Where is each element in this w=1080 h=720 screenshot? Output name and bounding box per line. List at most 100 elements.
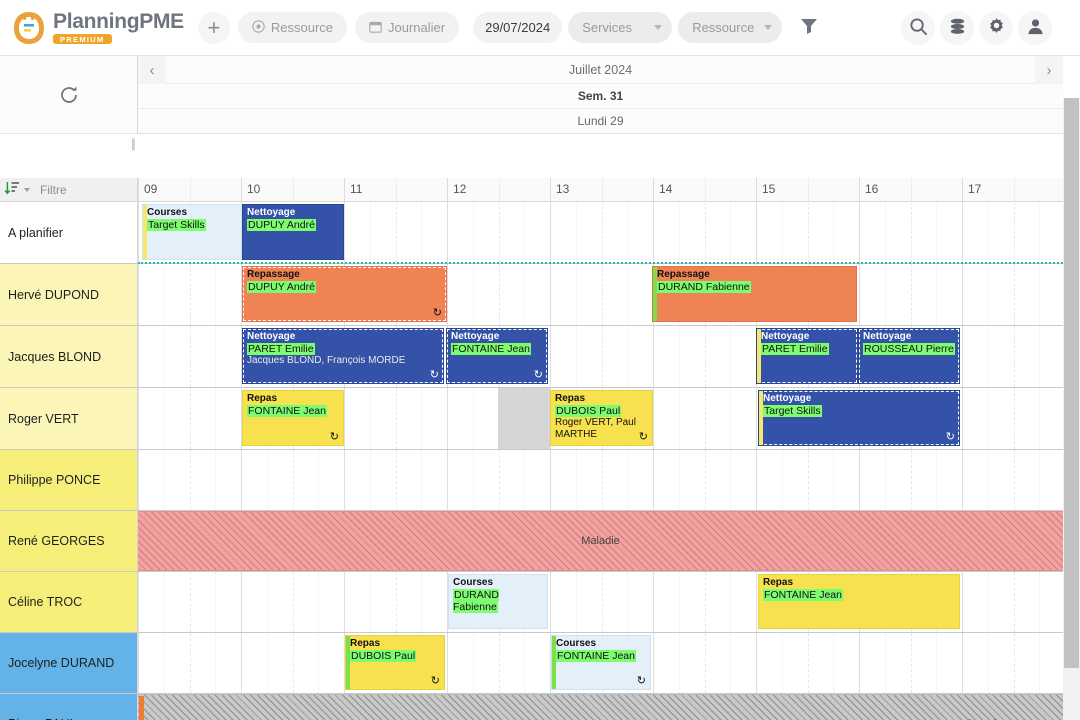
settings-button[interactable] [979,10,1013,45]
row-grid[interactable] [138,450,1063,510]
resource-select[interactable]: Ressource [678,12,783,43]
absence-band[interactable]: Congés [138,694,1063,720]
hour-gridline [962,264,963,325]
resource-name-cell[interactable]: René GEORGES [0,511,138,571]
quarter-gridline [575,450,577,510]
schedule-row[interactable]: Roger VERT Repas FONTAINE Jean ↻ Repas DUBOIS… [0,388,1063,450]
day-label: Lundi 29 [577,114,624,128]
period-button[interactable]: Journalier [355,12,460,43]
calendar-event[interactable]: Nettoyage PARET Emilie [756,328,858,384]
calendar-event[interactable]: Courses FONTAINE Jean ↻ [551,635,651,690]
calendar-event[interactable]: Nettoyage Target Skills ↻ [758,390,960,446]
quarter-gridline [936,202,938,263]
resource-name: Philippe PONCE [8,473,101,487]
resource-name-cell[interactable]: A planifier [0,202,138,263]
panel-resize-grip[interactable]: || [131,136,136,151]
vertical-scrollbar[interactable] [1063,98,1080,720]
hour-label: 10 [247,182,261,196]
schedule-row[interactable]: Jacques BLOND Nettoyage PARET Emilie Jacque… [0,326,1063,388]
resource-view-button[interactable]: Ressource [237,12,348,43]
event-client: FONTAINE Jean [451,343,531,355]
hour-gridline [653,202,654,263]
calendar-event[interactable]: Nettoyage DUPUY André [242,204,344,260]
half-hour-gridline [704,450,706,510]
brand-text: PlanningPME PREMIUM [53,11,184,45]
chevron-down-icon [764,25,773,30]
quarter-gridline [472,633,474,693]
refresh-button[interactable] [56,82,82,108]
event-title: Repas [247,393,278,404]
resource-name-cell[interactable]: Philippe PONCE [0,450,138,510]
services-select[interactable]: Services [568,12,673,43]
calendar-event[interactable]: Repassage DUPUY André ↻ [242,266,447,322]
calendar-event[interactable]: Repas DUBOIS Paul Roger VERT, Paul MARTHE ↻ [550,390,653,446]
quarter-gridline [163,450,165,510]
event-client: FONTAINE Jean [556,650,636,662]
schedule-row[interactable]: Céline TROC Courses DURAND Fabienne Repas FO… [0,572,1063,633]
calendar-event[interactable]: Repassage DURAND Fabienne [652,266,857,322]
event-client-row: PARET Emilie [247,343,440,355]
half-hour-gridline [601,450,603,510]
resource-name-cell[interactable]: Pierre PAUL [0,694,138,720]
schedule-row[interactable]: A planifier Courses Target Skills Nettoyage… [0,202,1063,264]
absence-band[interactable]: Maladie [138,511,1063,571]
filter-button[interactable] [792,11,826,45]
prev-period-button[interactable]: ‹ [138,56,166,84]
schedule-row[interactable]: Jocelyne DURAND Repas DUBOIS Paul ↻ Courses F… [0,633,1063,694]
half-hour-gridline [601,264,603,325]
half-hour-gridline [704,633,706,693]
hour-gridline [138,264,139,325]
schedule-row[interactable]: René GEORGES Maladie [0,511,1063,572]
calendar-event[interactable]: Courses DURAND Fabienne [448,574,548,629]
database-button[interactable] [940,10,974,45]
quarter-gridline [730,326,732,387]
next-period-button[interactable]: › [1035,56,1063,84]
quarter-gridline [163,572,165,632]
hour-gridline [653,450,654,510]
hour-gridline [756,450,757,510]
quarter-gridline [678,633,680,693]
quarter-gridline [215,450,217,510]
calendar-event[interactable]: Repas FONTAINE Jean [758,574,960,629]
app-logo[interactable]: PlanningPME PREMIUM [12,11,184,45]
calendar-event[interactable]: Nettoyage FONTAINE Jean ↻ [446,328,548,384]
calendar-event[interactable]: Nettoyage PARET Emilie Jacques BLOND, Fran… [242,328,444,384]
hour-gridline [653,178,654,202]
resource-name-cell[interactable]: Céline TROC [0,572,138,632]
resource-name-cell[interactable]: Jacques BLOND [0,326,138,387]
half-hour-gridline [910,178,912,202]
schedule-row[interactable]: Philippe PONCE [0,450,1063,511]
schedule-row[interactable]: Hervé DUPOND Repassage DUPUY André ↻ Repassa… [0,264,1063,326]
half-hour-gridline [1013,326,1015,387]
add-button[interactable]: + [197,11,230,44]
calendar-event[interactable]: Courses Target Skills [142,204,242,260]
resource-name-cell[interactable]: Hervé DUPOND [0,264,138,325]
sort-icon[interactable] [4,180,20,199]
quarter-gridline [472,388,474,449]
user-account-button[interactable] [1018,10,1052,45]
filter-dropdown-icon[interactable] [24,187,30,192]
half-hour-gridline [910,450,912,510]
search-button[interactable] [901,10,935,45]
resource-name-cell[interactable]: Jocelyne DURAND [0,633,138,693]
hour-label: 13 [556,182,570,196]
resource-name: Hervé DUPOND [8,287,99,302]
resource-name-cell[interactable]: Roger VERT [0,388,138,449]
event-client-row: Target Skills [147,219,238,231]
date-input[interactable]: 29/07/2024 [473,12,563,43]
calendar-event[interactable]: Repas FONTAINE Jean ↻ [242,390,344,446]
event-color-bar [757,329,761,383]
quarter-gridline [833,450,835,510]
hour-gridline [138,326,139,387]
filter-label[interactable]: Filtre [34,183,67,197]
quarter-gridline [163,326,165,387]
hour-label: 15 [762,182,776,196]
scroll-thumb[interactable] [1064,98,1079,668]
schedule-row[interactable]: Pierre PAULCongés [0,694,1063,720]
hour-gridline [653,572,654,632]
hour-gridline [962,633,963,693]
calendar-event[interactable]: Repas DUBOIS Paul ↻ [345,635,445,690]
quarter-gridline [369,202,371,263]
calendar-event[interactable]: Nettoyage ROUSSEAU Pierre [858,328,960,384]
hour-ruler: 09 10 11 12 13 14 15 16 17 [138,178,1063,202]
